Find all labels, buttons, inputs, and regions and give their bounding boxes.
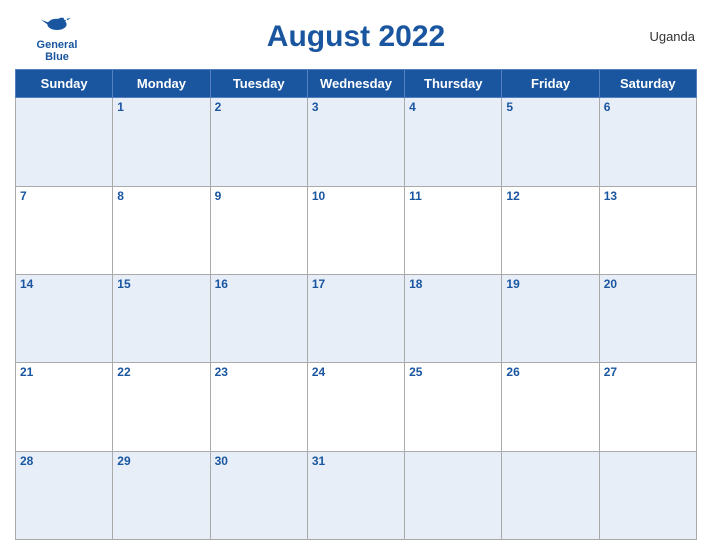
day-number: 9 xyxy=(215,189,303,203)
day-number: 25 xyxy=(409,365,497,379)
day-cell: 9 xyxy=(210,186,307,274)
day-cell: 19 xyxy=(502,274,599,362)
day-cell: 25 xyxy=(405,363,502,451)
day-cell: 14 xyxy=(16,274,113,362)
day-cell: 29 xyxy=(113,451,210,539)
day-number: 1 xyxy=(117,100,205,114)
day-number: 10 xyxy=(312,189,400,203)
day-cell: 6 xyxy=(599,98,696,186)
col-thursday: Thursday xyxy=(405,70,502,98)
day-number: 14 xyxy=(20,277,108,291)
day-cell: 20 xyxy=(599,274,696,362)
country-label: Uganda xyxy=(615,29,695,44)
day-cell: 21 xyxy=(16,363,113,451)
logo: General Blue xyxy=(17,10,97,63)
day-number: 23 xyxy=(215,365,303,379)
day-number: 28 xyxy=(20,454,108,468)
day-cell: 23 xyxy=(210,363,307,451)
col-sunday: Sunday xyxy=(16,70,113,98)
day-number: 4 xyxy=(409,100,497,114)
day-cell xyxy=(405,451,502,539)
logo-line2: Blue xyxy=(45,51,69,63)
day-number: 26 xyxy=(506,365,594,379)
day-cell: 1 xyxy=(113,98,210,186)
day-cell: 8 xyxy=(113,186,210,274)
day-cell xyxy=(502,451,599,539)
day-number: 30 xyxy=(215,454,303,468)
page-header: General Blue August 2022 Uganda xyxy=(15,10,697,63)
day-number: 22 xyxy=(117,365,205,379)
day-cell: 10 xyxy=(307,186,404,274)
week-row-3: 14 15 16 17 18 19 20 xyxy=(16,274,697,362)
day-number: 13 xyxy=(604,189,692,203)
day-cell: 4 xyxy=(405,98,502,186)
week-row-2: 789 10 11 12 13 xyxy=(16,186,697,274)
day-number: 6 xyxy=(604,100,692,114)
col-monday: Monday xyxy=(113,70,210,98)
day-cell: 26 xyxy=(502,363,599,451)
day-cell: 28 xyxy=(16,451,113,539)
day-number: 31 xyxy=(312,454,400,468)
day-number: 18 xyxy=(409,277,497,291)
calendar-table: Sunday Monday Tuesday Wednesday Thursday… xyxy=(15,69,697,540)
day-cell: 13 xyxy=(599,186,696,274)
day-cell: 16 xyxy=(210,274,307,362)
day-cell: 31 xyxy=(307,451,404,539)
col-tuesday: Tuesday xyxy=(210,70,307,98)
day-number: 20 xyxy=(604,277,692,291)
day-cell: 5 xyxy=(502,98,599,186)
logo-bird-icon xyxy=(37,10,77,38)
page-title: August 2022 xyxy=(97,20,615,54)
day-cell: 30 xyxy=(210,451,307,539)
day-number: 24 xyxy=(312,365,400,379)
day-number: 11 xyxy=(409,189,497,203)
day-number: 8 xyxy=(117,189,205,203)
day-cell: 27 xyxy=(599,363,696,451)
day-number: 19 xyxy=(506,277,594,291)
day-number: 2 xyxy=(215,100,303,114)
day-cell: 22 xyxy=(113,363,210,451)
day-number: 27 xyxy=(604,365,692,379)
week-row-4: 21 22 23 24 25 26 27 xyxy=(16,363,697,451)
day-number: 5 xyxy=(506,100,594,114)
week-row-1: 123456 xyxy=(16,98,697,186)
day-number: 17 xyxy=(312,277,400,291)
day-cell: 3 xyxy=(307,98,404,186)
day-cell: 15 xyxy=(113,274,210,362)
day-number: 7 xyxy=(20,189,108,203)
day-cell: 24 xyxy=(307,363,404,451)
day-cell: 11 xyxy=(405,186,502,274)
day-cell: 7 xyxy=(16,186,113,274)
day-cell: 18 xyxy=(405,274,502,362)
day-number: 16 xyxy=(215,277,303,291)
day-cell: 17 xyxy=(307,274,404,362)
day-number: 21 xyxy=(20,365,108,379)
day-cell: 12 xyxy=(502,186,599,274)
day-number: 15 xyxy=(117,277,205,291)
col-wednesday: Wednesday xyxy=(307,70,404,98)
col-friday: Friday xyxy=(502,70,599,98)
day-cell: 2 xyxy=(210,98,307,186)
weekday-header-row: Sunday Monday Tuesday Wednesday Thursday… xyxy=(16,70,697,98)
day-number: 29 xyxy=(117,454,205,468)
col-saturday: Saturday xyxy=(599,70,696,98)
day-cell xyxy=(599,451,696,539)
day-number: 3 xyxy=(312,100,400,114)
week-row-5: 28 29 30 31 xyxy=(16,451,697,539)
day-number: 12 xyxy=(506,189,594,203)
day-cell xyxy=(16,98,113,186)
logo-line1: General xyxy=(37,39,78,51)
